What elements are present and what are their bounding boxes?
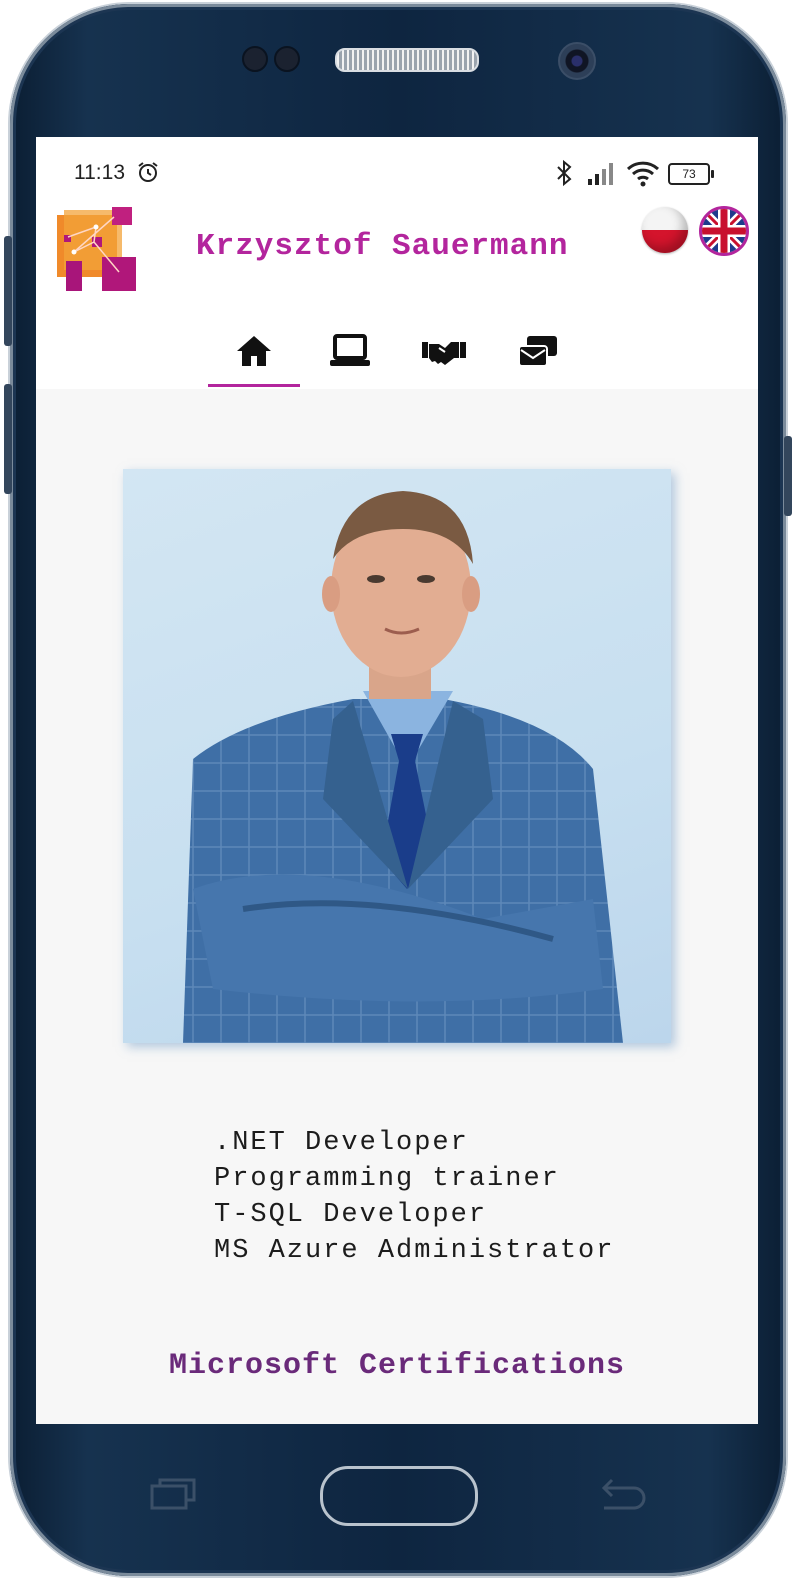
contact-cards-icon xyxy=(518,336,557,367)
site-title[interactable]: Krzysztof Sauermann xyxy=(196,229,568,264)
laptop-icon xyxy=(330,334,370,366)
role-item: T-SQL Developer xyxy=(214,1200,488,1230)
site-header: Krzysztof Sauermann xyxy=(36,203,758,389)
nav-projects[interactable] xyxy=(304,315,396,387)
phone-screen: 11:13 73 Krzysztof Sauermann .NET Develo… xyxy=(36,137,758,1424)
role-item: MS Azure Administrator xyxy=(214,1236,615,1266)
back-icon[interactable] xyxy=(598,1478,646,1512)
sensor-icon xyxy=(274,46,300,72)
certifications-heading: Microsoft Certifications xyxy=(168,1349,626,1383)
portrait-image xyxy=(183,491,623,1043)
home-button[interactable] xyxy=(320,1466,478,1526)
main-nav xyxy=(208,315,588,387)
site-logo[interactable] xyxy=(54,207,140,293)
polish-flag-button[interactable] xyxy=(642,207,688,253)
handshake-icon xyxy=(422,342,466,365)
nav-home[interactable] xyxy=(208,315,300,387)
sensor-icon xyxy=(242,46,268,72)
uk-flag-icon xyxy=(702,209,746,253)
nav-cooperation[interactable] xyxy=(398,315,490,387)
recent-apps-icon[interactable] xyxy=(150,1478,196,1510)
status-time: 11:13 xyxy=(74,161,125,184)
bluetooth-icon xyxy=(557,159,572,187)
front-camera-icon xyxy=(558,42,596,80)
side-button xyxy=(4,236,12,346)
side-button xyxy=(4,384,12,494)
profile-photo xyxy=(123,469,671,1043)
speaker-grille xyxy=(335,48,479,72)
signal-icon xyxy=(588,163,613,185)
roles-list: .NET Developer Programming trainer T-SQL… xyxy=(214,1125,614,1269)
role-item: .NET Developer xyxy=(214,1128,469,1158)
alarm-icon xyxy=(138,162,158,182)
role-item: Programming trainer xyxy=(214,1164,560,1194)
battery-indicator: 73 xyxy=(668,163,714,185)
nav-active-indicator xyxy=(208,384,300,387)
side-button xyxy=(784,436,792,516)
english-flag-button[interactable] xyxy=(699,206,749,256)
home-icon xyxy=(237,336,271,366)
wifi-icon xyxy=(626,161,660,187)
status-bar: 11:13 73 xyxy=(36,137,758,203)
nav-contact[interactable] xyxy=(492,315,584,387)
